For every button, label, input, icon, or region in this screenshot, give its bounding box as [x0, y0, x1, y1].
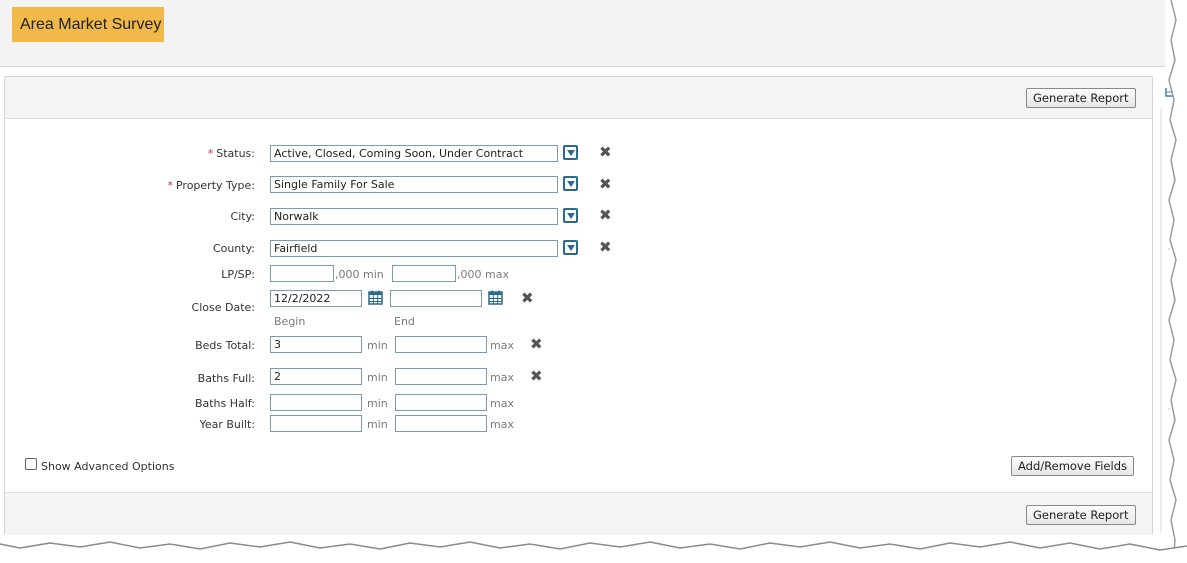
city-field[interactable]: Norwalk — [270, 208, 558, 225]
county-label: County: — [212, 242, 255, 255]
county-clear-icon[interactable]: ✖ — [599, 240, 612, 255]
property-type-clear-icon[interactable]: ✖ — [599, 177, 612, 192]
city-dropdown-icon[interactable] — [563, 208, 578, 223]
city-label: City: — [230, 210, 255, 223]
add-remove-fields-button[interactable]: Add/Remove Fields — [1011, 456, 1134, 476]
close-date-end-hint: End — [394, 315, 415, 328]
property-type-field[interactable]: Single Family For Sale — [270, 176, 558, 193]
torn-edge-bottom — [0, 541, 1187, 563]
page-title: Area Market Survey — [12, 7, 164, 42]
baths-half-max-input[interactable] — [395, 394, 487, 411]
baths-half-min-hint: min — [367, 397, 388, 410]
show-advanced-options-label[interactable]: Show Advanced Options — [41, 460, 174, 473]
lp-sp-min-input[interactable] — [270, 265, 334, 282]
status-label: * Status: — [207, 147, 255, 160]
county-field[interactable]: Fairfield — [270, 240, 558, 257]
header-band: Area Market Survey — [0, 0, 1165, 67]
close-date-label: Close Date: — [191, 301, 255, 314]
close-date-end-input[interactable] — [390, 290, 482, 307]
year-built-min-input[interactable] — [270, 415, 362, 432]
year-built-max-hint: max — [490, 418, 514, 431]
baths-full-min-hint: min — [367, 371, 388, 384]
baths-full-max-input[interactable] — [395, 368, 487, 385]
lp-sp-max-suffix: ,000 max — [457, 268, 509, 281]
baths-full-min-input[interactable]: 2 — [270, 368, 362, 385]
year-built-min-hint: min — [367, 418, 388, 431]
panel-footer: Generate Report — [5, 492, 1152, 535]
beds-total-max-input[interactable] — [395, 336, 487, 353]
close-date-begin-hint: Begin — [274, 315, 306, 328]
beds-total-label: Beds Total: — [195, 339, 255, 352]
year-built-label: Year Built: — [199, 418, 255, 431]
calendar-begin-icon[interactable] — [368, 290, 383, 305]
baths-full-clear-icon[interactable]: ✖ — [530, 369, 543, 384]
beds-total-min-hint: min — [367, 339, 388, 352]
baths-full-max-hint: max — [490, 371, 514, 384]
property-type-label: * Property Type: — [167, 179, 255, 192]
county-dropdown-icon[interactable] — [563, 240, 578, 255]
city-clear-icon[interactable]: ✖ — [599, 208, 612, 223]
status-dropdown-icon[interactable] — [563, 145, 578, 160]
baths-half-min-input[interactable] — [270, 394, 362, 411]
generate-report-button-bottom[interactable]: Generate Report — [1026, 505, 1136, 525]
close-date-clear-icon[interactable]: ✖ — [521, 291, 534, 306]
calendar-end-icon[interactable] — [488, 290, 503, 305]
panel-header: Generate Report — [5, 77, 1152, 119]
search-form-panel: Generate Report Generate Report — [4, 76, 1153, 535]
year-built-max-input[interactable] — [395, 415, 487, 432]
lp-sp-max-input[interactable] — [392, 265, 456, 282]
torn-edge-right — [1168, 0, 1187, 563]
lp-sp-label: LP/SP: — [221, 268, 255, 281]
beds-total-max-hint: max — [490, 339, 514, 352]
lp-sp-min-suffix: ,000 min — [335, 268, 384, 281]
baths-full-label: Baths Full: — [197, 372, 255, 385]
show-advanced-options-checkbox[interactable] — [25, 458, 37, 470]
status-field[interactable]: Active, Closed, Coming Soon, Under Contr… — [270, 145, 558, 162]
beds-total-clear-icon[interactable]: ✖ — [530, 337, 543, 352]
status-clear-icon[interactable]: ✖ — [599, 145, 612, 160]
property-type-dropdown-icon[interactable] — [563, 176, 578, 191]
close-date-begin-input[interactable]: 12/2/2022 — [270, 290, 362, 307]
baths-half-label: Baths Half: — [194, 397, 255, 410]
beds-total-min-input[interactable]: 3 — [270, 336, 362, 353]
baths-half-max-hint: max — [490, 397, 514, 410]
generate-report-button-top[interactable]: Generate Report — [1026, 88, 1136, 108]
